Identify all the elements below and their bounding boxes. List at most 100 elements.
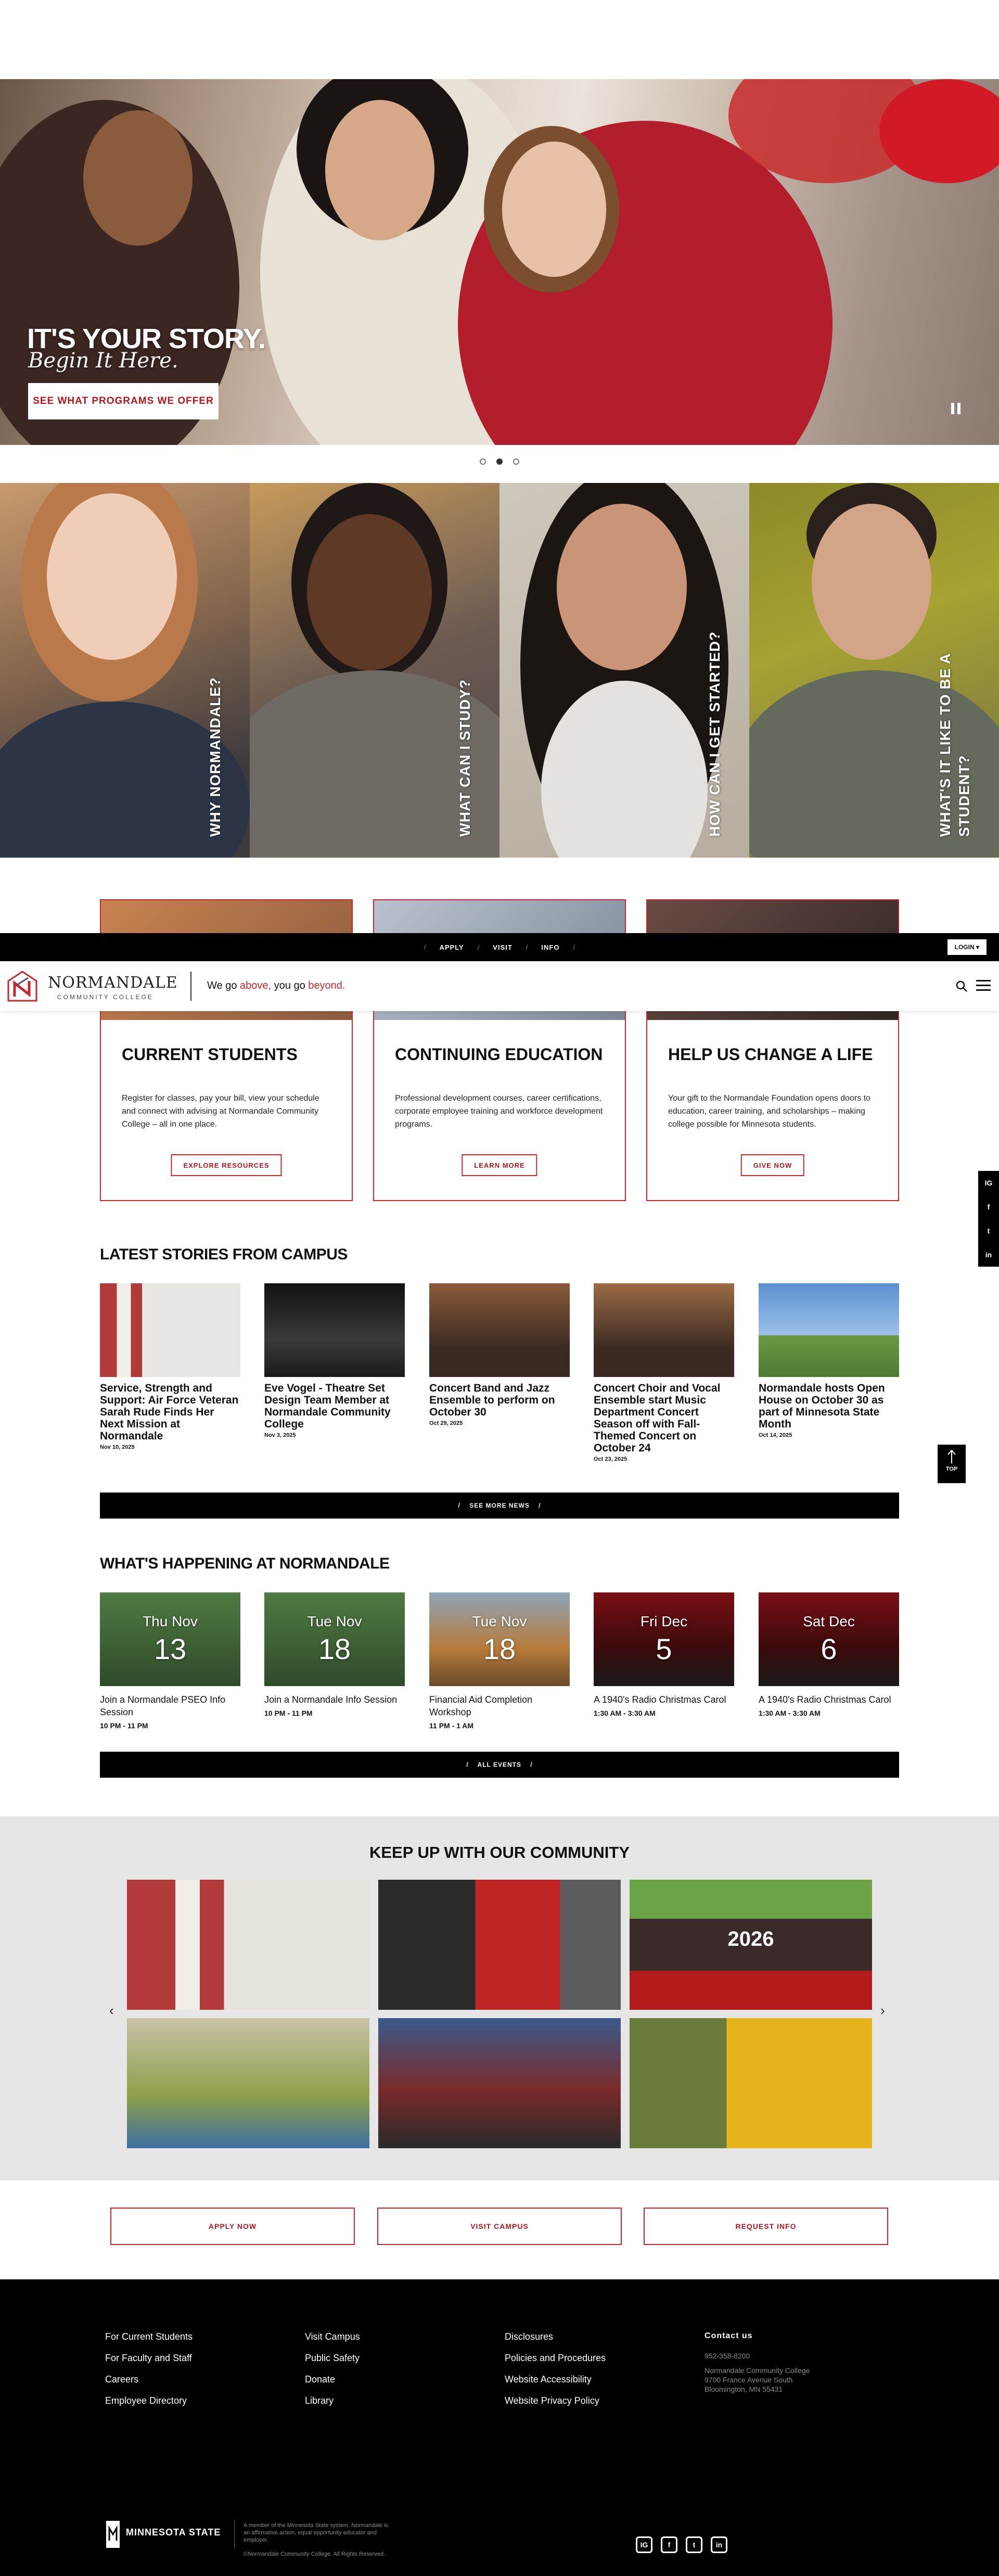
- footer-link[interactable]: Disclosures: [505, 2331, 606, 2342]
- logo-name[interactable]: NORMANDALE: [48, 974, 178, 992]
- footer-link[interactable]: Website Privacy Policy: [505, 2395, 606, 2406]
- nav-apply[interactable]: APPLY: [440, 943, 464, 951]
- facebook-icon[interactable]: f: [661, 2536, 677, 2553]
- see-more-news-button[interactable]: / SEE MORE NEWS /: [100, 1493, 899, 1519]
- facebook-icon[interactable]: f: [978, 1195, 999, 1219]
- story-title[interactable]: Concert Choir and Vocal Ensemble start M…: [594, 1382, 734, 1454]
- nav-separator: /: [424, 943, 426, 951]
- footer-col-3: Disclosures Policies and Procedures Webs…: [505, 2331, 606, 2417]
- community-photo[interactable]: [378, 2018, 621, 2148]
- footer-link[interactable]: Public Safety: [305, 2353, 360, 2364]
- back-to-top-button[interactable]: TOP: [938, 1445, 966, 1483]
- hero-banner: IT'S YOUR STORY. Begin It Here. SEE WHAT…: [0, 79, 999, 445]
- menu-icon[interactable]: [976, 980, 991, 992]
- nav-info[interactable]: INFO: [541, 943, 559, 951]
- event-title[interactable]: Financial Aid Completion Workshop: [429, 1693, 570, 1718]
- carousel-dot[interactable]: [480, 458, 486, 465]
- footer-link[interactable]: Visit Campus: [305, 2331, 360, 2342]
- story-card[interactable]: Eve Vogel - Theatre Set Design Team Memb…: [264, 1283, 405, 1438]
- carousel-dot-active[interactable]: [496, 458, 503, 465]
- story-title[interactable]: Service, Strength and Support: Air Force…: [100, 1382, 240, 1442]
- story-title[interactable]: Normandale hosts Open House on October 3…: [759, 1382, 899, 1430]
- story-image: [594, 1283, 734, 1377]
- contact-address-1: Normandale Community College: [705, 2366, 810, 2375]
- panel-how-get-started[interactable]: HOW CAN I GET STARTED?: [499, 483, 749, 858]
- explore-resources-button[interactable]: EXPLORE RESOURCES: [171, 1154, 282, 1176]
- footer-link[interactable]: For Faculty and Staff: [105, 2353, 193, 2364]
- community-photo[interactable]: [127, 2018, 369, 2148]
- instagram-icon[interactable]: IG: [978, 1171, 999, 1195]
- event-card[interactable]: Tue Nov 18 Join a Normandale Info Sessio…: [264, 1592, 405, 1717]
- linkedin-icon[interactable]: in: [711, 2536, 727, 2553]
- events-heading: WHAT'S HAPPENING AT NORMANDALE: [100, 1555, 390, 1572]
- contact-phone[interactable]: 952-358-8200: [705, 2351, 810, 2361]
- footer-link[interactable]: Employee Directory: [105, 2395, 193, 2406]
- event-card[interactable]: Fri Dec 5 A 1940's Radio Christmas Carol…: [594, 1592, 734, 1717]
- request-info-button[interactable]: REQUEST INFO: [644, 2208, 888, 2245]
- story-card[interactable]: Normandale hosts Open House on October 3…: [759, 1283, 899, 1438]
- story-card[interactable]: Concert Choir and Vocal Ensemble start M…: [594, 1283, 734, 1462]
- visit-campus-button[interactable]: VISIT CAMPUS: [377, 2208, 622, 2245]
- panel-what-is-it-like[interactable]: WHAT'S IT LIKE TO BE A STUDENT?: [749, 483, 999, 858]
- story-date: Oct 14, 2025: [759, 1432, 792, 1438]
- footer-contact: Contact us 952-358-8200 Normandale Commu…: [705, 2331, 810, 2394]
- login-button[interactable]: LOGIN ▾: [947, 939, 987, 955]
- pause-icon[interactable]: [948, 401, 964, 416]
- community-photo[interactable]: [127, 1880, 369, 2010]
- footer-link[interactable]: Website Accessibility: [505, 2374, 606, 2385]
- event-title[interactable]: Join a Normandale Info Session: [264, 1693, 405, 1706]
- hero-face-right: [502, 142, 606, 277]
- panel-why-normandale[interactable]: WHY NORMANDALE?: [0, 483, 250, 858]
- contact-address-3: Bloomington, MN 55431: [705, 2385, 783, 2393]
- apply-now-button[interactable]: APPLY NOW: [110, 2208, 355, 2245]
- search-icon[interactable]: [955, 980, 968, 992]
- panel-what-can-i-study[interactable]: WHAT CAN I STUDY?: [250, 483, 499, 858]
- give-now-button[interactable]: GIVE NOW: [740, 1154, 805, 1176]
- see-programs-button[interactable]: SEE WHAT PROGRAMS WE OFFER: [28, 383, 219, 419]
- nav-visit[interactable]: VISIT: [493, 943, 513, 951]
- footer-link[interactable]: Library: [305, 2395, 360, 2406]
- community-photo[interactable]: [630, 2018, 872, 2148]
- minnesota-state-logo-icon[interactable]: [105, 2520, 121, 2549]
- event-time: 10 PM - 11 PM: [264, 1709, 313, 1717]
- event-day: 13: [153, 1633, 187, 1665]
- community-photo[interactable]: [378, 1880, 621, 2010]
- all-events-button[interactable]: / ALL EVENTS /: [100, 1752, 899, 1778]
- footer-link[interactable]: Donate: [305, 2374, 360, 2385]
- story-card[interactable]: Service, Strength and Support: Air Force…: [100, 1283, 240, 1450]
- linkedin-icon[interactable]: in: [978, 1243, 999, 1267]
- panel-label: HOW CAN I GET STARTED?: [706, 631, 723, 837]
- learn-more-button[interactable]: LEARN MORE: [462, 1154, 537, 1176]
- event-title[interactable]: A 1940's Radio Christmas Carol: [759, 1693, 899, 1706]
- carousel-dot[interactable]: [513, 458, 519, 465]
- instagram-icon[interactable]: IG: [636, 2536, 652, 2553]
- event-day: 6: [821, 1633, 837, 1665]
- normandale-logo-icon[interactable]: [7, 971, 37, 1002]
- carousel-prev-icon[interactable]: ‹: [109, 2003, 114, 2019]
- event-card[interactable]: Thu Nov 13 Join a Normandale PSEO Info S…: [100, 1592, 240, 1730]
- story-date: Oct 29, 2025: [429, 1420, 463, 1426]
- event-title[interactable]: Join a Normandale PSEO Info Session: [100, 1693, 240, 1718]
- twitter-icon[interactable]: t: [978, 1219, 999, 1243]
- story-card[interactable]: Concert Band and Jazz Ensemble to perfor…: [429, 1283, 570, 1426]
- panel-face: [47, 493, 177, 660]
- event-card[interactable]: Tue Nov 18 Financial Aid Completion Work…: [429, 1592, 570, 1730]
- twitter-icon[interactable]: t: [686, 2536, 702, 2553]
- footer-col-2: Visit Campus Public Safety Donate Librar…: [305, 2331, 360, 2417]
- community-photo[interactable]: 2026: [630, 1880, 872, 2010]
- contact-heading: Contact us: [705, 2331, 753, 2340]
- footer-link[interactable]: Careers: [105, 2374, 193, 2385]
- event-title[interactable]: A 1940's Radio Christmas Carol: [594, 1693, 734, 1706]
- event-date: Fri Dec: [640, 1613, 688, 1629]
- footer-link[interactable]: Policies and Procedures: [505, 2353, 606, 2364]
- story-image: [100, 1283, 240, 1377]
- carousel-next-icon[interactable]: ›: [880, 2003, 885, 2019]
- event-date: Tue Nov: [472, 1613, 527, 1629]
- event-image: Thu Nov 13: [100, 1592, 240, 1686]
- footer-link[interactable]: For Current Students: [105, 2331, 193, 2342]
- story-title[interactable]: Eve Vogel - Theatre Set Design Team Memb…: [264, 1382, 405, 1430]
- story-title[interactable]: Concert Band and Jazz Ensemble to perfor…: [429, 1382, 570, 1418]
- logo-divider: [190, 972, 191, 1001]
- card-text: Register for classes, pay your bill, vie…: [122, 1094, 319, 1129]
- event-card[interactable]: Sat Dec 6 A 1940's Radio Christmas Carol…: [759, 1592, 899, 1717]
